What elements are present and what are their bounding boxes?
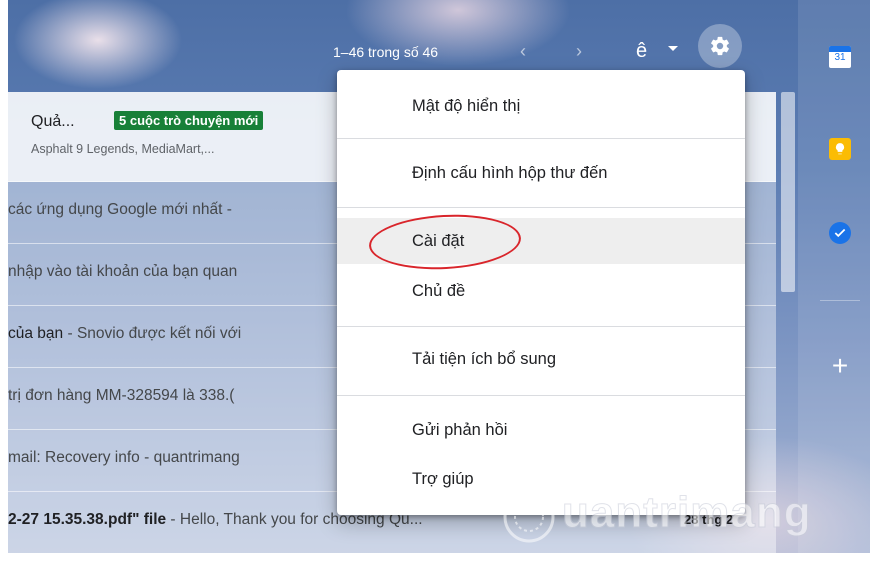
side-panel xyxy=(798,0,870,553)
bottom-border xyxy=(8,553,870,561)
email-snippet: trị đơn hàng MM-328594 là 338.( xyxy=(8,387,235,404)
older-button[interactable]: › xyxy=(576,41,582,62)
email-snippet: nhập vào tài khoản của bạn quan xyxy=(8,263,238,280)
settings-gear-icon xyxy=(711,36,729,56)
checkmark-icon xyxy=(834,228,846,238)
promotions-senders: Asphalt 9 Legends, MediaMart,... xyxy=(31,142,215,156)
menu-item-get-addons[interactable]: Tải tiện ích bổ sung xyxy=(337,336,745,382)
calendar-icon[interactable]: 31 xyxy=(829,46,851,68)
email-subject: 2-27 15.35.38.pdf" file xyxy=(8,511,167,528)
input-tools-button[interactable]: ê xyxy=(636,40,647,63)
new-conversations-badge: 5 cuộc trò chuyện mới xyxy=(114,111,264,130)
menu-item-themes[interactable]: Chủ đề xyxy=(337,268,745,314)
menu-item-display-density[interactable]: Mật độ hiển thị xyxy=(337,83,745,129)
settings-menu: Mật độ hiển thị Định cấu hình hộp thư đế… xyxy=(337,70,745,515)
menu-divider xyxy=(337,395,745,396)
email-subject: của bạn xyxy=(8,325,64,342)
watermark-logo-icon xyxy=(503,491,555,543)
keep-icon[interactable] xyxy=(829,138,851,160)
tasks-icon[interactable] xyxy=(829,222,851,244)
menu-divider xyxy=(337,326,745,327)
menu-divider xyxy=(337,138,745,139)
menu-divider xyxy=(337,207,745,208)
left-border xyxy=(0,0,8,561)
side-panel-divider xyxy=(820,300,860,301)
scrollbar-thumb[interactable] xyxy=(781,92,795,292)
email-text: các ứng dụng Google mới nhất - xyxy=(8,201,232,219)
menu-item-configure-inbox[interactable]: Định cấu hình hộp thư đến xyxy=(337,150,745,196)
newer-button[interactable]: ‹ xyxy=(520,41,526,62)
pagination-count: 1–46 trong số 46 xyxy=(333,44,439,60)
email-text: nhập vào tài khoản của bạn quan xyxy=(8,263,237,281)
watermark: uantrimang xyxy=(500,488,830,548)
email-snippet: mail: Recovery info - quantrimang xyxy=(8,449,240,466)
email-text: của bạn - Snovio được kết nối với xyxy=(8,325,241,343)
email-snippet: các ứng dụng Google mới nhất - xyxy=(8,201,232,218)
promotions-title: Quả... xyxy=(31,113,75,130)
watermark-text: uantrimang xyxy=(562,488,812,538)
email-text: trị đơn hàng MM-328594 là 338.( xyxy=(8,387,234,405)
email-snippet: - Snovio được kết nối với xyxy=(63,325,242,342)
email-text: mail: Recovery info - quantrimang xyxy=(8,449,240,467)
calendar-day: 31 xyxy=(834,52,846,63)
menu-item-send-feedback[interactable]: Gửi phản hồi xyxy=(337,407,745,453)
input-tools-dropdown-icon[interactable] xyxy=(668,46,678,51)
add-icon[interactable]: + xyxy=(826,352,854,380)
lightbulb-icon xyxy=(835,143,845,155)
settings-button[interactable] xyxy=(698,24,742,68)
